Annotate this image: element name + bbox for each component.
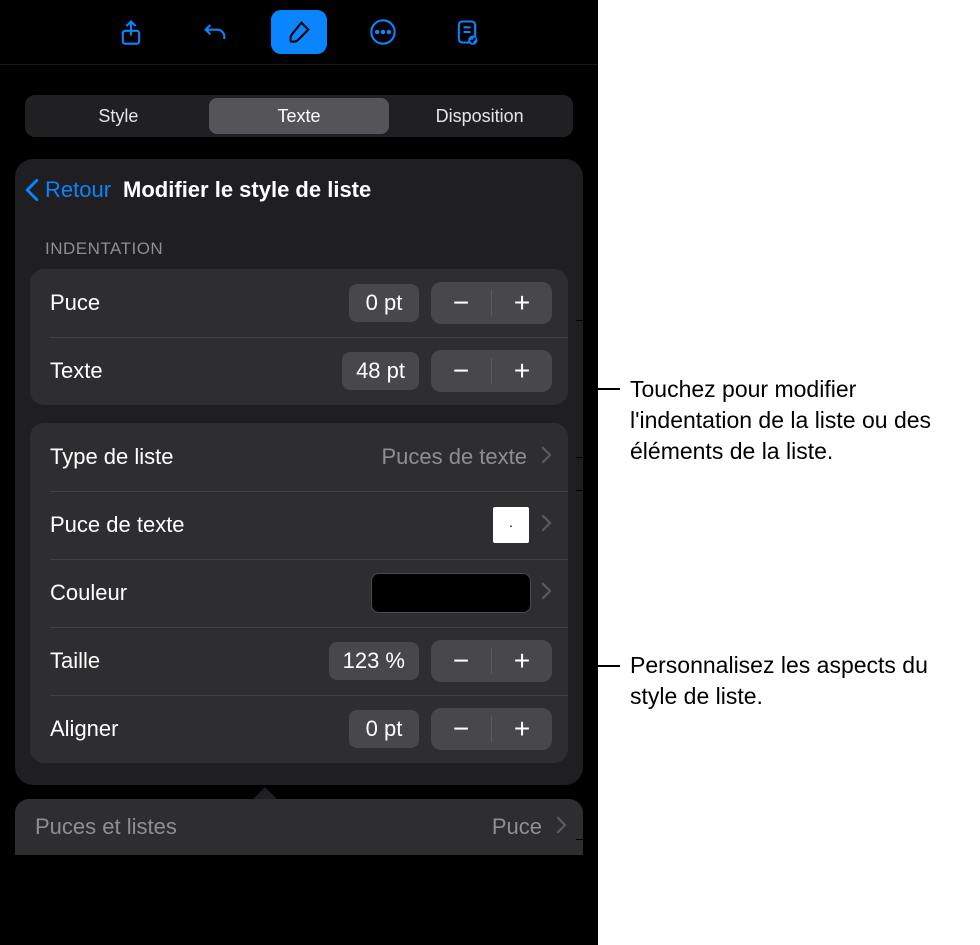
edit-list-style-panel: Retour Modifier le style de liste INDENT… bbox=[15, 159, 583, 785]
color-label: Couleur bbox=[50, 580, 371, 606]
bullet-indent-label: Puce bbox=[50, 290, 349, 316]
text-indent-value[interactable]: 48 pt bbox=[342, 352, 419, 390]
bullets-lists-row[interactable]: Puces et listes Puce bbox=[15, 799, 583, 855]
size-row: Taille 123 % − + bbox=[30, 627, 568, 695]
chevron-right-icon bbox=[556, 814, 567, 840]
callout-indent: Touchez pour modifier l'indentation de l… bbox=[630, 374, 960, 467]
size-label: Taille bbox=[50, 648, 329, 674]
format-tabs: Style Texte Disposition bbox=[25, 95, 573, 137]
size-stepper: − + bbox=[431, 640, 552, 682]
indentation-header: INDENTATION bbox=[15, 213, 583, 269]
annotation-layer: Touchez pour modifier l'indentation de l… bbox=[598, 0, 980, 945]
brush-icon[interactable] bbox=[271, 10, 327, 54]
top-toolbar bbox=[0, 0, 598, 65]
size-decrease[interactable]: − bbox=[431, 640, 491, 682]
bullets-lists-label: Puces et listes bbox=[35, 814, 492, 840]
align-stepper: − + bbox=[431, 708, 552, 750]
bracket-style bbox=[576, 490, 590, 840]
list-type-label: Type de liste bbox=[50, 444, 381, 470]
text-bullet-swatch: · bbox=[493, 507, 529, 543]
popover-pointer bbox=[253, 787, 277, 799]
bullet-indent-decrease[interactable]: − bbox=[431, 282, 491, 324]
text-indent-label: Texte bbox=[50, 358, 342, 384]
callout-style: Personnalisez les aspects du style de li… bbox=[630, 650, 960, 712]
tab-texte[interactable]: Texte bbox=[209, 98, 390, 134]
text-indent-increase[interactable]: + bbox=[492, 350, 552, 392]
bullet-indent-row: Puce 0 pt − + bbox=[30, 269, 568, 337]
list-type-value: Puces de texte bbox=[381, 444, 527, 470]
share-icon[interactable] bbox=[103, 10, 159, 54]
bracket-indent bbox=[576, 320, 590, 458]
align-value[interactable]: 0 pt bbox=[349, 710, 419, 748]
panel-title: Modifier le style de liste bbox=[123, 177, 371, 203]
text-bullet-row[interactable]: Puce de texte · bbox=[30, 491, 568, 559]
align-decrease[interactable]: − bbox=[431, 708, 491, 750]
list-type-row[interactable]: Type de liste Puces de texte bbox=[30, 423, 568, 491]
back-button[interactable]: Retour bbox=[23, 177, 111, 203]
text-indent-stepper: − + bbox=[431, 350, 552, 392]
back-label: Retour bbox=[45, 177, 111, 203]
bullet-indent-value[interactable]: 0 pt bbox=[349, 284, 419, 322]
size-increase[interactable]: + bbox=[492, 640, 552, 682]
size-value[interactable]: 123 % bbox=[329, 642, 419, 680]
chevron-right-icon bbox=[541, 580, 552, 606]
align-increase[interactable]: + bbox=[492, 708, 552, 750]
undo-icon[interactable] bbox=[187, 10, 243, 54]
indentation-group: Puce 0 pt − + Texte 48 pt − + bbox=[30, 269, 568, 405]
align-row: Aligner 0 pt − + bbox=[30, 695, 568, 763]
bullet-indent-increase[interactable]: + bbox=[492, 282, 552, 324]
chevron-right-icon bbox=[541, 444, 552, 470]
bullets-lists-value: Puce bbox=[492, 814, 542, 840]
bullet-indent-stepper: − + bbox=[431, 282, 552, 324]
text-bullet-label: Puce de texte bbox=[50, 512, 493, 538]
lead-indent bbox=[590, 388, 620, 390]
insert-icon[interactable] bbox=[439, 10, 495, 54]
text-indent-row: Texte 48 pt − + bbox=[30, 337, 568, 405]
tab-style[interactable]: Style bbox=[28, 98, 209, 134]
align-label: Aligner bbox=[50, 716, 349, 742]
more-icon[interactable] bbox=[355, 10, 411, 54]
tab-disposition[interactable]: Disposition bbox=[389, 98, 570, 134]
lead-style bbox=[590, 665, 620, 667]
text-indent-decrease[interactable]: − bbox=[431, 350, 491, 392]
style-group: Type de liste Puces de texte Puce de tex… bbox=[30, 423, 568, 763]
color-swatch bbox=[371, 573, 531, 613]
device-screen: Style Texte Disposition Retour Modifier … bbox=[0, 0, 598, 945]
chevron-right-icon bbox=[541, 512, 552, 538]
color-row[interactable]: Couleur bbox=[30, 559, 568, 627]
